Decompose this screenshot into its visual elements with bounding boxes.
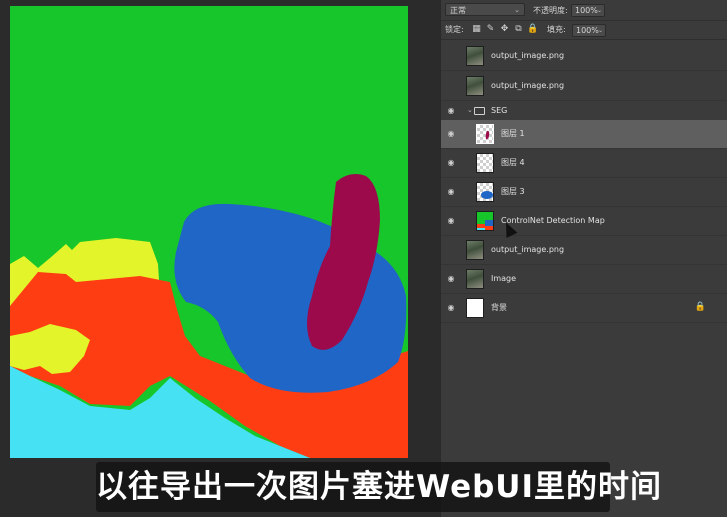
eye-icon[interactable]: ◉ [446, 303, 456, 313]
group-name: SEG [491, 106, 508, 115]
layer-name: 背景 [491, 303, 507, 312]
layer-row[interactable]: ◉ 图层 3 [441, 178, 727, 207]
layer-thumbnail [466, 298, 484, 318]
blend-mode-dropdown[interactable]: 正常 ⌄ [445, 3, 525, 16]
artboard-icon[interactable]: ⧉ [513, 24, 524, 35]
layers-panel: 正常 ⌄ 不透明度: 100% ⌄ 锁定: ▦ ✎ ✥ ⧉ 🔒 填充: 100%… [440, 0, 727, 517]
chevron-down-icon: ⌄ [514, 6, 520, 14]
layer-row[interactable]: ◉ 背景 🔒 [441, 294, 727, 323]
canvas-area[interactable] [0, 0, 440, 517]
maroon-mask-preview [485, 130, 490, 140]
chevron-down-icon[interactable]: ⌄ [467, 106, 473, 114]
layer-thumbnail [466, 76, 484, 96]
lock-transparent-pixels-icon[interactable]: ▦ [471, 24, 482, 35]
lock-icon[interactable]: 🔒 [695, 302, 706, 312]
layer-thumbnail [476, 124, 494, 144]
layer-thumbnail [476, 182, 494, 202]
layer-name: output_image.png [491, 245, 565, 254]
layer-thumbnail [466, 269, 484, 289]
layer-thumbnail [476, 211, 494, 231]
lock-label: 锁定: [445, 25, 464, 34]
layer-name: Image [491, 274, 517, 283]
opacity-value: 100% [575, 6, 598, 15]
opacity-field[interactable]: 100% ⌄ [571, 4, 605, 17]
seg-map-preview [477, 220, 493, 230]
visibility-toggle-icon[interactable]: ● [446, 51, 456, 61]
eye-icon[interactable]: ◉ [446, 129, 456, 139]
fill-label: 填充: [547, 25, 566, 34]
blend-opacity-row: 正常 ⌄ 不透明度: 100% ⌄ [441, 0, 727, 21]
layer-row[interactable]: ● output_image.png [441, 42, 727, 71]
layer-thumbnail [466, 46, 484, 66]
segmentation-map[interactable] [10, 6, 408, 458]
opacity-label: 不透明度: [533, 6, 568, 15]
layer-row[interactable]: ● output_image.png [441, 236, 727, 265]
layer-row[interactable]: ◉ Image [441, 265, 727, 294]
blue-mask-preview [481, 191, 493, 199]
lock-icon[interactable]: 🔒 [527, 24, 538, 35]
brush-icon[interactable]: ✎ [485, 24, 496, 35]
blend-mode-value: 正常 [450, 6, 466, 15]
fill-value: 100% [576, 26, 599, 35]
eye-icon[interactable]: ◉ [446, 274, 456, 284]
visibility-toggle-icon[interactable]: ● [446, 245, 456, 255]
lock-fill-row: 锁定: ▦ ✎ ✥ ⧉ 🔒 填充: 100% ⌄ [441, 21, 727, 40]
layer-thumbnail [476, 153, 494, 173]
chevron-down-icon: ⌄ [596, 7, 602, 14]
chevron-down-icon: ⌄ [597, 27, 603, 34]
eye-icon[interactable]: ◉ [446, 158, 456, 168]
layer-name: ControlNet Detection Map [501, 216, 605, 225]
move-icon[interactable]: ✥ [499, 24, 510, 35]
layer-row-selected[interactable]: ◉ 图层 1 [441, 120, 727, 149]
layer-name: output_image.png [491, 81, 565, 90]
eye-icon[interactable]: ◉ [446, 106, 456, 116]
folder-icon [474, 107, 485, 115]
visibility-toggle-icon[interactable]: ● [446, 81, 456, 91]
eye-icon[interactable]: ◉ [446, 216, 456, 226]
layer-thumbnail [466, 240, 484, 260]
layer-name: 图层 4 [501, 158, 525, 167]
fill-field[interactable]: 100% ⌄ [572, 24, 606, 37]
layer-name: 图层 3 [501, 187, 525, 196]
layer-name: output_image.png [491, 51, 565, 60]
video-subtitle: 以往导出一次图片塞进WebUI里的时间 [96, 462, 661, 512]
layer-row[interactable]: ◉ ControlNet Detection Map [441, 207, 727, 236]
layer-group-row[interactable]: ◉ ⌄ SEG [441, 101, 727, 121]
eye-icon[interactable]: ◉ [446, 187, 456, 197]
layer-row[interactable]: ◉ 图层 4 [441, 149, 727, 178]
layer-row[interactable]: ● output_image.png [441, 72, 727, 101]
layer-name: 图层 1 [501, 129, 525, 138]
